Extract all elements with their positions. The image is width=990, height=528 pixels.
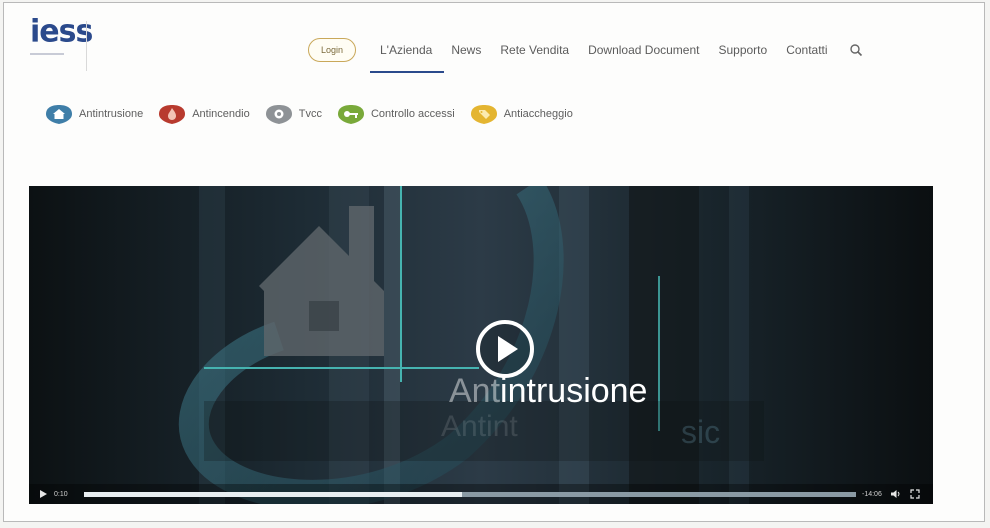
logo-tagline bbox=[30, 53, 64, 55]
house-icon bbox=[46, 105, 72, 124]
nav-item-supporto[interactable]: Supporto bbox=[718, 43, 767, 57]
login-button[interactable]: Login bbox=[308, 38, 356, 62]
category-tvcc[interactable]: Tvcc bbox=[264, 103, 322, 125]
nav-item-contatti[interactable]: Contatti bbox=[786, 43, 827, 57]
nav-item-download-document[interactable]: Download Document bbox=[588, 43, 699, 57]
page-frame: iess Login L'Azienda News Rete Vendita D… bbox=[3, 2, 985, 522]
nav-item-azienda[interactable]: L'Azienda bbox=[369, 43, 445, 73]
progress-bar[interactable] bbox=[84, 491, 856, 497]
logo[interactable]: iess bbox=[30, 13, 93, 55]
nav-item-news[interactable]: News bbox=[451, 43, 481, 57]
progress-fill bbox=[84, 491, 463, 497]
eye-icon bbox=[265, 105, 292, 124]
video-ghost-text-2: sic bbox=[681, 414, 721, 450]
category-antincendio[interactable]: Antincendio bbox=[157, 103, 250, 125]
play-small-icon[interactable] bbox=[38, 489, 48, 499]
video-controls: 0:10 -14:06 bbox=[29, 484, 933, 504]
play-icon[interactable] bbox=[474, 318, 536, 380]
category-label: Tvcc bbox=[298, 108, 322, 120]
elapsed-time: 0:10 bbox=[54, 490, 68, 498]
flame-icon bbox=[159, 105, 186, 124]
category-antintrusione[interactable]: Antintrusione bbox=[44, 103, 143, 125]
logo-divider bbox=[86, 21, 87, 71]
search-icon[interactable] bbox=[849, 43, 863, 57]
category-controllo-accessi[interactable]: Controllo accessi bbox=[336, 103, 455, 125]
video-ghost-text: Antint bbox=[441, 410, 518, 443]
category-bar: Antintrusione Antincendio Tvcc Controllo… bbox=[44, 103, 587, 125]
nav-item-rete-vendita[interactable]: Rete Vendita bbox=[500, 43, 569, 57]
category-label: Antincendio bbox=[192, 108, 250, 120]
main-nav: Login L'Azienda News Rete Vendita Downlo… bbox=[308, 37, 863, 73]
tag-icon bbox=[470, 105, 497, 124]
category-label: Antiaccheggio bbox=[503, 108, 573, 120]
category-label: Controllo accessi bbox=[370, 108, 455, 120]
logo-text: iess bbox=[30, 13, 93, 50]
key-icon bbox=[337, 105, 364, 124]
volume-icon[interactable] bbox=[890, 489, 902, 499]
category-label: Antintrusione bbox=[79, 108, 144, 120]
remaining-time: -14:06 bbox=[862, 490, 882, 498]
category-antiaccheggio[interactable]: Antiaccheggio bbox=[469, 103, 573, 125]
fullscreen-icon[interactable] bbox=[910, 489, 920, 499]
video-player[interactable]: Antintrusione Antint sic 0:10 -14:06 bbox=[29, 186, 933, 504]
